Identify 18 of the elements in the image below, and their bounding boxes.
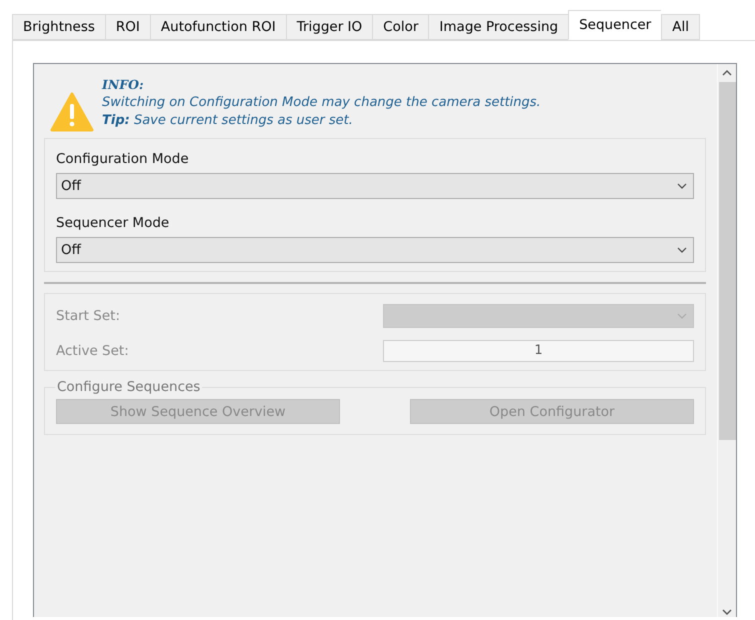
group-title: Configure Sequences bbox=[56, 379, 202, 395]
tab[interactable]: Color bbox=[372, 14, 428, 40]
tab[interactable]: Sequencer bbox=[568, 10, 662, 40]
tip-text: Tip: Save current settings as user set. bbox=[102, 112, 354, 130]
field-label: Sequencer Mode bbox=[56, 214, 170, 233]
field-label: Configuration Mode bbox=[56, 150, 190, 169]
info-message: Switching on Configuration Mode may change the camera settings. bbox=[102, 94, 541, 112]
field-label: Start Set: bbox=[56, 307, 120, 326]
tab[interactable]: Brightness bbox=[12, 14, 105, 40]
tab[interactable]: Autofunction ROI bbox=[150, 14, 286, 40]
tab[interactable]: Trigger IO bbox=[286, 14, 372, 40]
tab[interactable]: ROI bbox=[104, 14, 150, 40]
info-heading: INFO: bbox=[102, 76, 145, 94]
tab[interactable]: Image Processing bbox=[428, 14, 568, 40]
dropdown[interactable]: Off bbox=[56, 237, 694, 263]
tab[interactable]: All bbox=[661, 14, 700, 40]
field-label: Active Set: bbox=[56, 342, 129, 361]
dropdown[interactable]: Off bbox=[56, 173, 694, 199]
